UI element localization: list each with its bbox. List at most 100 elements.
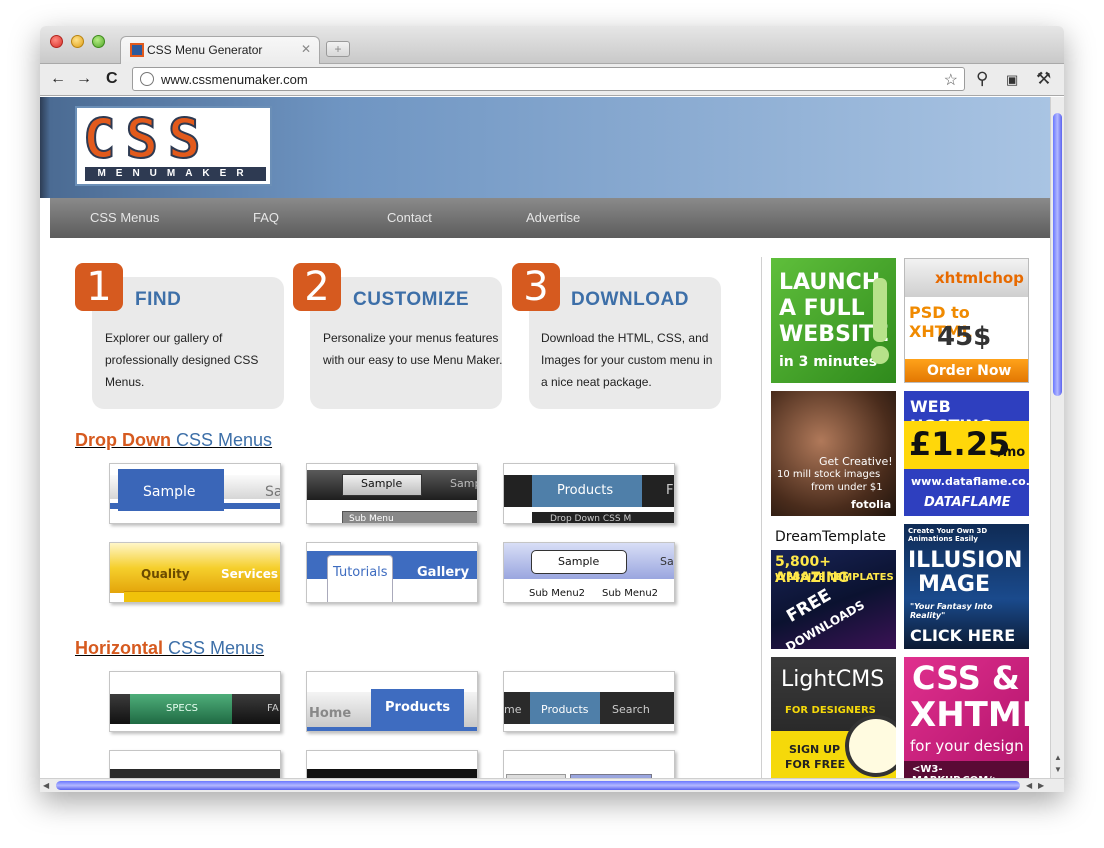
menu-thumbnail[interactable]: Quality Services — [109, 542, 281, 603]
ad-text: A FULL — [779, 296, 865, 321]
vertical-scrollbar[interactable]: ▲ ▼ — [1050, 97, 1064, 778]
ad-text: DATAFLAME — [924, 495, 1011, 510]
horizontal-scroll-thumb[interactable] — [56, 781, 1020, 790]
ad-text: from under $1 — [811, 482, 883, 493]
ad-launch-website[interactable]: LAUNCH A FULL WEBSITE in 3 minutes — [771, 258, 896, 383]
thumb-label: Gallery — [417, 565, 470, 580]
menu-thumbnail[interactable]: Tutorials Gallery — [306, 542, 478, 603]
ad-text: <W3-MARKUP.COM/> — [912, 764, 1000, 778]
ad-text: MAGE — [918, 572, 991, 597]
address-bar[interactable]: www.cssmenumaker.com ☆ — [132, 67, 965, 91]
ad-lightcms[interactable]: LightCMS FOR DESIGNERS SIGN UP FOR FREE — [771, 657, 896, 778]
exclamation-dot-icon — [871, 346, 889, 364]
ad-text: DreamTemplate — [775, 529, 886, 545]
ad-text: CLICK HERE — [910, 626, 1016, 645]
scroll-right-icon[interactable]: ▶ — [1038, 781, 1044, 790]
close-window-button[interactable] — [50, 35, 63, 48]
step-number: 1 — [75, 263, 123, 311]
scroll-left-icon[interactable]: ◀ — [1026, 781, 1032, 790]
thumb-label: Sa — [660, 555, 674, 568]
site-logo[interactable]: CSS MENUMAKER — [75, 106, 272, 186]
title-bar: CSS Menu Generator ✕ + — [40, 26, 1064, 64]
ad-fotolia[interactable]: Get Creative! 10 mill stock images from … — [771, 391, 896, 516]
thumb-label: Sub Menu — [349, 514, 394, 524]
step-title: DOWNLOAD — [571, 289, 689, 310]
thumb-label: Drop Down CSS M — [550, 514, 632, 524]
menu-thumbnail[interactable]: Sample Sa Sub Menu2 Sub Menu2 — [503, 542, 675, 603]
thumb-label: Sample — [143, 484, 196, 500]
favicon-icon — [130, 43, 144, 57]
nav-css-menus[interactable]: CSS Menus — [90, 210, 159, 225]
ad-text: FOR DESIGNERS — [785, 705, 876, 716]
dropdown-section-title[interactable]: Drop Down CSS Menus — [75, 430, 272, 451]
menu-thumbnail[interactable] — [109, 750, 281, 778]
ad-illusion-mage[interactable]: Create Your Own 3D Animations Easily ILL… — [904, 524, 1029, 649]
menu-thumbnail[interactable]: Sample Samp Sub Menu — [306, 463, 478, 524]
bookmark-star-icon[interactable]: ☆ — [944, 70, 958, 90]
page-viewport: CSS MENUMAKER CSS Menus FAQ Contact Adve… — [40, 97, 1050, 778]
exclamation-icon — [873, 278, 887, 342]
ad-text: "Your Fantasy Into Reality" — [910, 602, 993, 620]
ad-xhtmlchop[interactable]: xhtmlchop PSD to XHTML 45$ Order Now — [904, 258, 1029, 383]
forward-icon[interactable]: → — [76, 70, 92, 88]
pin-icon[interactable]: ⚲ — [976, 69, 988, 89]
logo-subtitle: MENUMAKER — [85, 167, 266, 181]
ad-text: for your design — [910, 737, 1024, 755]
wrench-icon[interactable]: ⚒ — [1036, 69, 1051, 89]
horizontal-section-title[interactable]: Horizontal CSS Menus — [75, 638, 264, 659]
nav-advertise[interactable]: Advertise — [526, 210, 580, 225]
ad-text: LightCMS — [781, 667, 885, 692]
tab-title: CSS Menu Generator — [147, 43, 263, 57]
menu-thumbnail[interactable]: SPECS FA — [109, 671, 281, 732]
minimize-window-button[interactable] — [71, 35, 84, 48]
nav-contact[interactable]: Contact — [387, 210, 432, 225]
ad-dreamtemplate[interactable]: DreamTemplate 5,800+ AMAZING WEBSITE TEM… — [771, 524, 896, 649]
section-rest: CSS Menus — [163, 638, 265, 658]
reload-icon[interactable]: C — [106, 70, 118, 88]
horizontal-scrollbar[interactable]: ◀ ◀ ▶ — [40, 778, 1064, 792]
step-title: FIND — [135, 289, 182, 310]
ad-text: /mo — [998, 445, 1026, 460]
thumb-label: Samp — [450, 477, 477, 490]
ad-web-hosting[interactable]: WEB HOSTING £1.25 /mo www.dataflame.co.u… — [904, 391, 1029, 516]
ad-text: ILLUSION — [908, 548, 1023, 573]
ad-text: £1.25 — [909, 425, 1011, 463]
scroll-left-icon[interactable]: ◀ — [43, 781, 49, 790]
section-accent: Drop Down — [75, 430, 171, 450]
ad-text: SIGN UP — [789, 743, 841, 756]
menu-thumbnail[interactable]: me Products Search — [503, 671, 675, 732]
ad-text: fotolia — [851, 498, 892, 511]
tab-close-icon[interactable]: ✕ — [301, 42, 311, 56]
back-icon[interactable]: ← — [50, 70, 66, 88]
section-rest: CSS Menus — [171, 430, 273, 450]
ad-text: Create Your Own 3D Animations Easily — [908, 527, 988, 543]
url-text: www.cssmenumaker.com — [161, 72, 308, 87]
thumb-label: Products — [541, 703, 589, 716]
thumb-label: SPECS — [166, 703, 199, 714]
menu-thumbnail[interactable]: Products F Drop Down CSS M — [503, 463, 675, 524]
scroll-up-icon[interactable]: ▲ — [1054, 753, 1062, 762]
nav-faq[interactable]: FAQ — [253, 210, 279, 225]
menu-thumbnail[interactable]: Home Products — [306, 671, 478, 732]
menu-thumbnail[interactable] — [503, 750, 675, 778]
browser-tab[interactable]: CSS Menu Generator ✕ — [120, 36, 320, 64]
vertical-scroll-thumb[interactable] — [1053, 113, 1062, 396]
thumb-label: Search — [612, 703, 650, 716]
new-tab-button[interactable]: + — [326, 41, 350, 57]
step-number: 2 — [293, 263, 341, 311]
thumb-label: Products — [557, 483, 614, 498]
ad-css-xhtml[interactable]: CSS & XHTML for your design <W3-MARKUP.C… — [904, 657, 1029, 778]
tag-icon[interactable]: ▣ — [1006, 72, 1018, 88]
menu-thumbnail[interactable]: Sample Sa — [109, 463, 281, 524]
thumb-label: FA — [267, 703, 279, 714]
menu-thumbnail[interactable] — [306, 750, 478, 778]
zoom-window-button[interactable] — [92, 35, 105, 48]
ad-text: CSS & — [912, 659, 1020, 697]
ad-text: www.dataflame.co.uk — [911, 475, 1029, 488]
ad-text: Get Creative! — [819, 455, 893, 468]
ad-text: 45$ — [937, 322, 992, 352]
site-nav: CSS Menus FAQ Contact Advertise — [50, 198, 1050, 238]
scroll-down-icon[interactable]: ▼ — [1054, 765, 1062, 774]
step-number: 3 — [512, 263, 560, 311]
ad-text: 10 mill stock images — [777, 469, 881, 480]
